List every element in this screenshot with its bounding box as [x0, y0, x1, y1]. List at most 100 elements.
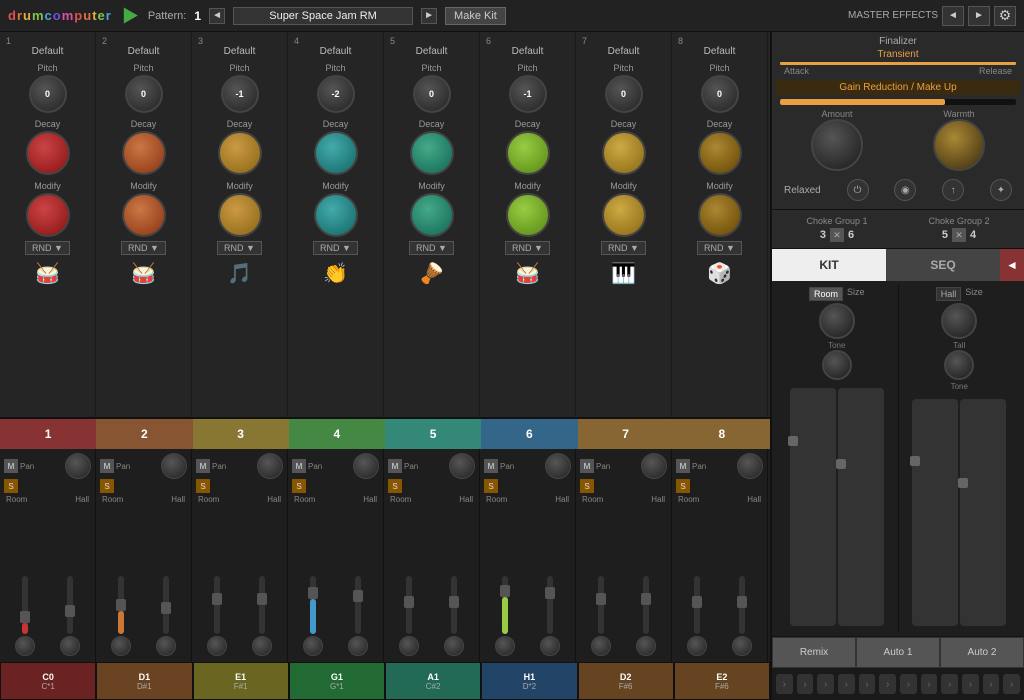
- kit-tab-button[interactable]: KIT: [772, 249, 886, 281]
- remix-button[interactable]: Remix: [772, 637, 856, 668]
- pan-knob-5[interactable]: [449, 453, 475, 479]
- modify-knob-7[interactable]: [602, 193, 646, 237]
- warmth-knob[interactable]: [933, 119, 985, 171]
- room-tone-knob[interactable]: [822, 350, 852, 380]
- ch-button-6[interactable]: 6: [481, 419, 577, 449]
- solo-btn-4[interactable]: S: [292, 479, 306, 493]
- solo-btn-3[interactable]: S: [196, 479, 210, 493]
- modify-knob-8[interactable]: [698, 193, 742, 237]
- mute-btn-8[interactable]: M: [676, 459, 690, 473]
- decay-knob-3[interactable]: [218, 131, 262, 175]
- hall-fader-2[interactable]: [960, 399, 1006, 626]
- room-knob-1[interactable]: [15, 636, 35, 656]
- decay-knob-2[interactable]: [122, 131, 166, 175]
- preset-name-input[interactable]: [233, 7, 413, 25]
- pan-knob-8[interactable]: [737, 453, 763, 479]
- pitch-knob-2[interactable]: 0: [125, 75, 163, 113]
- room-tab[interactable]: Room: [809, 287, 843, 301]
- room-knob-5[interactable]: [399, 636, 419, 656]
- power-icon[interactable]: ⏻: [847, 179, 869, 201]
- pitch-knob-8[interactable]: 0: [701, 75, 739, 113]
- modify-knob-5[interactable]: [410, 193, 454, 237]
- pan-knob-4[interactable]: [353, 453, 379, 479]
- solo-btn-7[interactable]: S: [580, 479, 594, 493]
- modify-knob-2[interactable]: [122, 193, 166, 237]
- mute-btn-5[interactable]: M: [388, 459, 402, 473]
- rnd-btn-1[interactable]: RND ▼: [25, 241, 70, 255]
- settings-button[interactable]: ⚙: [994, 6, 1016, 26]
- play-button[interactable]: [120, 6, 140, 26]
- hall-knob-6[interactable]: [540, 636, 560, 656]
- rnd-btn-5[interactable]: RND ▼: [409, 241, 454, 255]
- note-btn-3[interactable]: E1F#1: [193, 662, 289, 700]
- ch-button-4[interactable]: 4: [289, 419, 385, 449]
- hall-knob-5[interactable]: [444, 636, 464, 656]
- rnd-btn-3[interactable]: RND ▼: [217, 241, 262, 255]
- seq-arrow-button[interactable]: ◄: [1000, 249, 1024, 281]
- rnd-btn-4[interactable]: RND ▼: [313, 241, 358, 255]
- decay-knob-6[interactable]: [506, 131, 550, 175]
- rnd-btn-7[interactable]: RND ▼: [601, 241, 646, 255]
- mute-btn-6[interactable]: M: [484, 459, 498, 473]
- room-fader-1[interactable]: [790, 388, 836, 626]
- pitch-knob-7[interactable]: 0: [605, 75, 643, 113]
- pitch-knob-4[interactable]: -2: [317, 75, 355, 113]
- solo-btn-6[interactable]: S: [484, 479, 498, 493]
- auto2-button[interactable]: Auto 2: [940, 637, 1024, 668]
- room-knob-7[interactable]: [591, 636, 611, 656]
- hall-knob-1[interactable]: [60, 636, 80, 656]
- pan-knob-3[interactable]: [257, 453, 283, 479]
- fx-icon[interactable]: ✦: [990, 179, 1012, 201]
- mute-btn-3[interactable]: M: [196, 459, 210, 473]
- pan-knob-2[interactable]: [161, 453, 187, 479]
- pitch-knob-6[interactable]: -1: [509, 75, 547, 113]
- ch-button-2[interactable]: 2: [96, 419, 192, 449]
- make-kit-button[interactable]: Make Kit: [445, 7, 506, 25]
- hall-knob-7[interactable]: [636, 636, 656, 656]
- prev-pattern-button[interactable]: ◄: [209, 8, 225, 24]
- modify-knob-1[interactable]: [26, 193, 70, 237]
- choke-1-x-btn[interactable]: ✕: [830, 228, 844, 242]
- room-knob-4[interactable]: [303, 636, 323, 656]
- seq-step-4[interactable]: ›: [838, 674, 855, 694]
- note-btn-5[interactable]: A1C#2: [385, 662, 481, 700]
- hall-knob-3[interactable]: [252, 636, 272, 656]
- mute-btn-1[interactable]: M: [4, 459, 18, 473]
- ch-button-3[interactable]: 3: [193, 419, 289, 449]
- decay-knob-8[interactable]: [698, 131, 742, 175]
- pan-knob-7[interactable]: [641, 453, 667, 479]
- seq-tab-button[interactable]: SEQ: [886, 249, 1000, 281]
- hall-knob-8[interactable]: [732, 636, 752, 656]
- seq-step-11[interactable]: ›: [983, 674, 1000, 694]
- mute-btn-4[interactable]: M: [292, 459, 306, 473]
- decay-knob-4[interactable]: [314, 131, 358, 175]
- pitch-knob-1[interactable]: 0: [29, 75, 67, 113]
- room-knob-6[interactable]: [495, 636, 515, 656]
- hall-knob-4[interactable]: [348, 636, 368, 656]
- next-pattern-button[interactable]: ►: [421, 8, 437, 24]
- ch-button-1[interactable]: 1: [0, 419, 96, 449]
- ch-button-7[interactable]: 7: [578, 419, 674, 449]
- note-btn-2[interactable]: D1D#1: [96, 662, 192, 700]
- seq-step-9[interactable]: ›: [941, 674, 958, 694]
- seq-step-5[interactable]: ›: [859, 674, 876, 694]
- pan-knob-1[interactable]: [65, 453, 91, 479]
- seq-step-3[interactable]: ›: [817, 674, 834, 694]
- room-knob-8[interactable]: [687, 636, 707, 656]
- solo-btn-5[interactable]: S: [388, 479, 402, 493]
- decay-knob-1[interactable]: [26, 131, 70, 175]
- choke-2-x-btn[interactable]: ✕: [952, 228, 966, 242]
- decay-knob-5[interactable]: [410, 131, 454, 175]
- seq-step-12[interactable]: ›: [1003, 674, 1020, 694]
- decay-knob-7[interactable]: [602, 131, 646, 175]
- room-knob-2[interactable]: [111, 636, 131, 656]
- seq-step-7[interactable]: ›: [900, 674, 917, 694]
- hall-fader-1[interactable]: [912, 399, 958, 626]
- hall-tall-knob[interactable]: [944, 350, 974, 380]
- rnd-btn-8[interactable]: RND ▼: [697, 241, 742, 255]
- note-btn-8[interactable]: E2F#6: [674, 662, 770, 700]
- seq-step-10[interactable]: ›: [962, 674, 979, 694]
- solo-btn-1[interactable]: S: [4, 479, 18, 493]
- room-size-knob[interactable]: [819, 303, 855, 339]
- hall-knob-2[interactable]: [156, 636, 176, 656]
